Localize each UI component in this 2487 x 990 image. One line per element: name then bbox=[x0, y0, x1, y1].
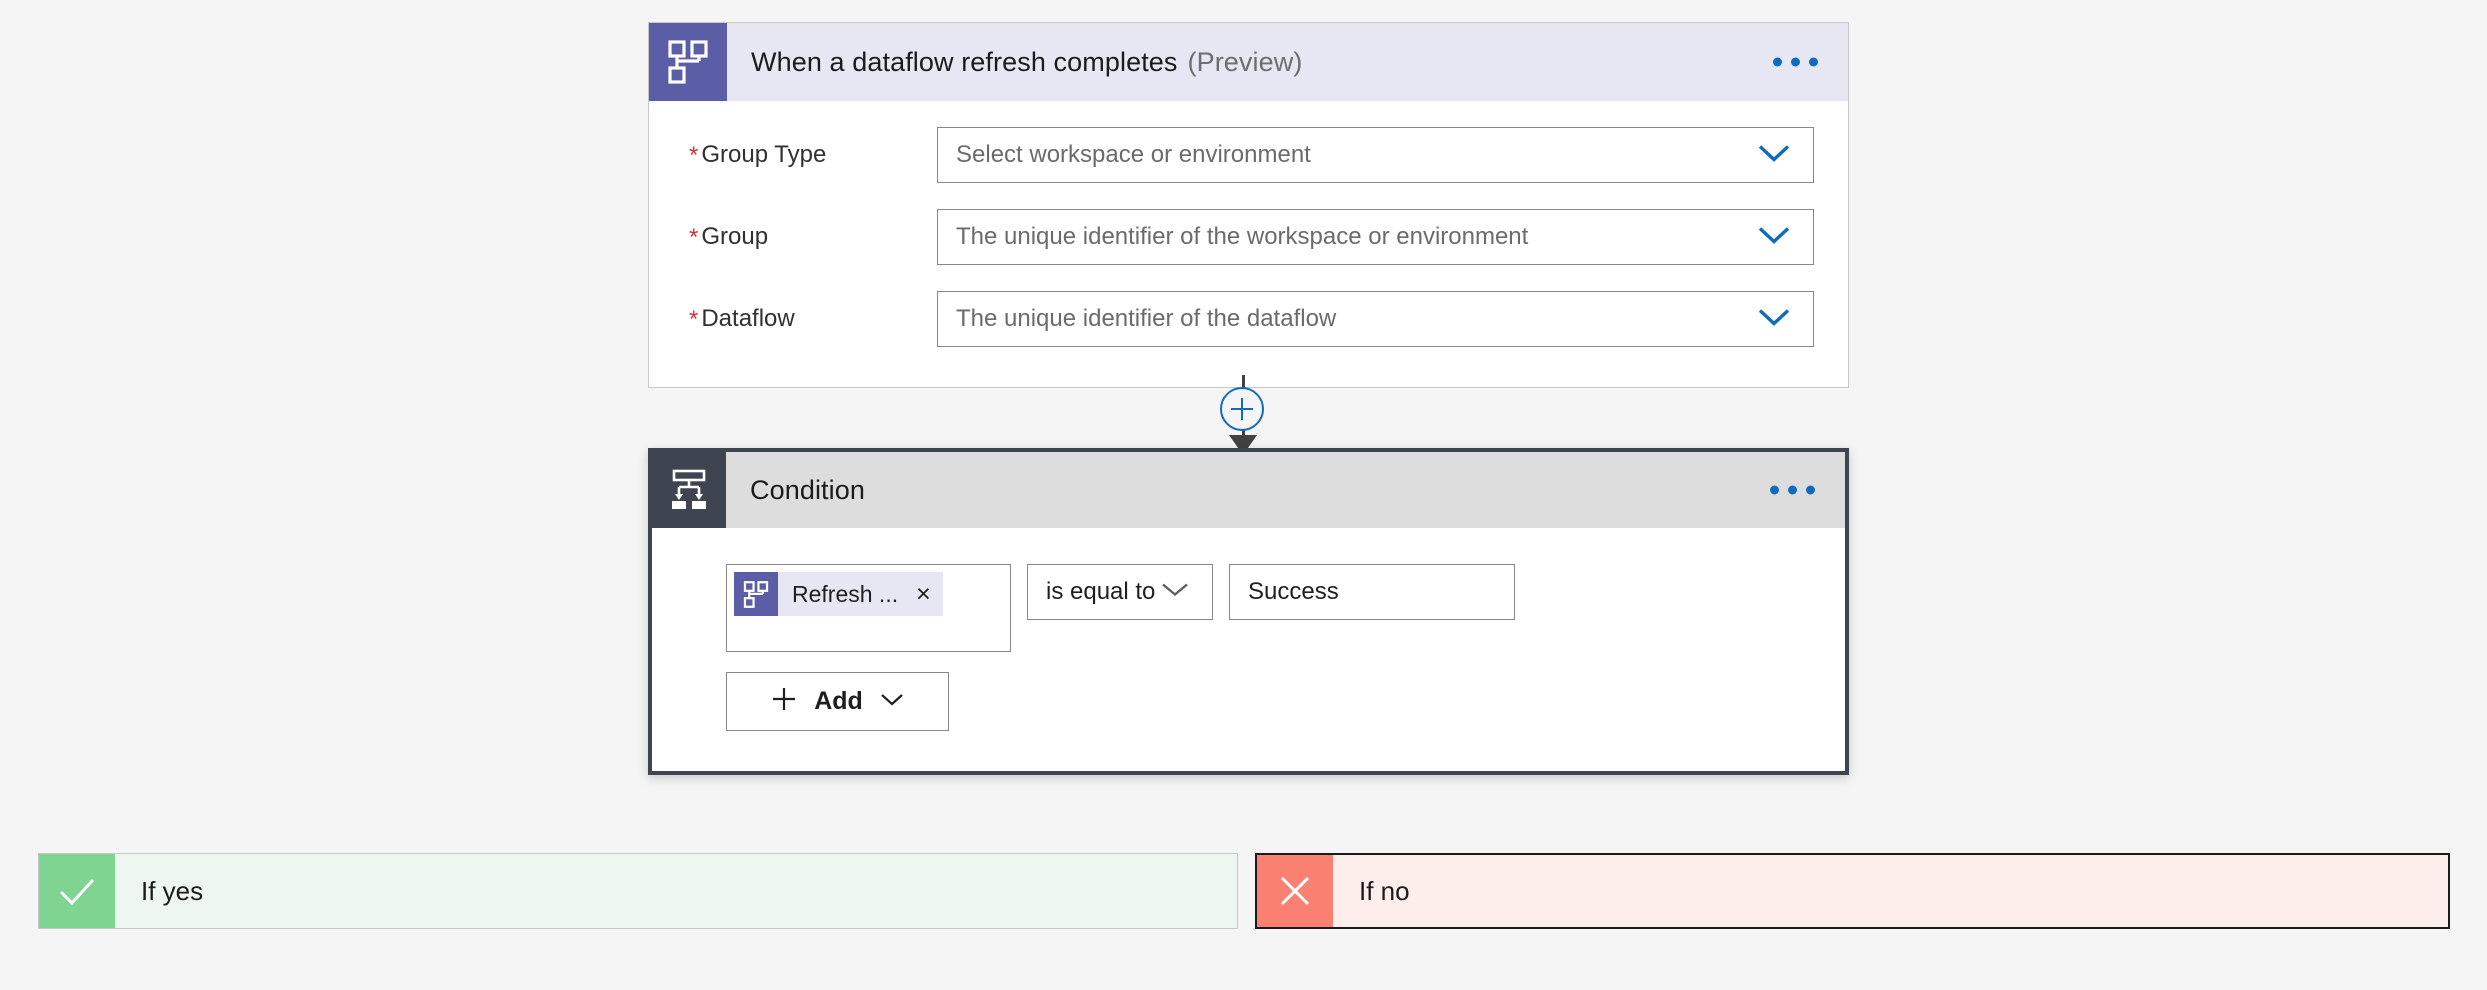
trigger-menu-button[interactable] bbox=[1773, 57, 1818, 67]
add-button-label: Add bbox=[814, 687, 863, 715]
ellipsis-dot bbox=[1773, 57, 1782, 67]
chevron-down-icon[interactable] bbox=[1757, 225, 1791, 250]
trigger-title-text: When a dataflow refresh completes bbox=[751, 46, 1178, 77]
branch-if-no[interactable]: If no bbox=[1255, 853, 2450, 929]
plus-icon bbox=[770, 685, 798, 718]
required-asterisk: * bbox=[689, 306, 699, 333]
plus-circle-icon[interactable] bbox=[1220, 387, 1264, 431]
ellipsis-dot bbox=[1788, 485, 1797, 495]
flow-designer-canvas: When a dataflow refresh completes (Previ… bbox=[0, 0, 2487, 990]
check-icon bbox=[39, 854, 115, 928]
field-label-group: * Group bbox=[683, 223, 937, 251]
field-label-text: Group Type bbox=[701, 141, 827, 168]
chevron-down-icon[interactable] bbox=[879, 691, 905, 712]
condition-value: Success bbox=[1248, 578, 1339, 605]
condition-expression-row: Refresh ... × is equal to Success bbox=[726, 564, 1845, 652]
condition-card-body: Refresh ... × is equal to Success Add bbox=[652, 528, 1845, 771]
required-asterisk: * bbox=[689, 224, 699, 251]
dataflow-dropdown[interactable]: The unique identifier of the dataflow bbox=[937, 291, 1814, 347]
chevron-down-icon[interactable] bbox=[1160, 581, 1190, 604]
ellipsis-dot bbox=[1809, 57, 1818, 67]
trigger-title: When a dataflow refresh completes (Previ… bbox=[727, 23, 1302, 101]
flow-connector bbox=[1220, 375, 1264, 455]
field-row-group: * Group The unique identifier of the wor… bbox=[683, 209, 1814, 265]
ellipsis-dot bbox=[1806, 485, 1815, 495]
trigger-card-body: * Group Type Select workspace or environ… bbox=[649, 101, 1848, 387]
close-icon[interactable]: × bbox=[914, 581, 933, 607]
dynamic-content-token[interactable]: Refresh ... × bbox=[734, 572, 943, 616]
ellipsis-dot bbox=[1770, 485, 1779, 495]
field-row-dataflow: * Dataflow The unique identifier of the … bbox=[683, 291, 1814, 347]
condition-card[interactable]: Condition Refresh ... × is equal to Succ… bbox=[648, 448, 1849, 775]
cross-icon bbox=[1257, 855, 1333, 927]
chevron-down-icon[interactable] bbox=[1757, 143, 1791, 168]
field-label-text: Dataflow bbox=[701, 305, 795, 332]
trigger-card[interactable]: When a dataflow refresh completes (Previ… bbox=[648, 22, 1849, 388]
dataflow-placeholder: The unique identifier of the dataflow bbox=[956, 305, 1337, 332]
trigger-card-header[interactable]: When a dataflow refresh completes (Previ… bbox=[649, 23, 1848, 101]
condition-branch-icon bbox=[652, 452, 726, 528]
dataflow-icon bbox=[734, 572, 778, 616]
token-label: Refresh ... bbox=[792, 580, 899, 607]
group-dropdown[interactable]: The unique identifier of the workspace o… bbox=[937, 209, 1814, 265]
field-label-text: Group bbox=[701, 223, 769, 250]
chevron-down-icon[interactable] bbox=[1757, 307, 1791, 332]
condition-title: Condition bbox=[726, 452, 865, 528]
condition-title-text: Condition bbox=[750, 474, 865, 505]
field-label-group-type: * Group Type bbox=[683, 141, 937, 169]
required-asterisk: * bbox=[689, 142, 699, 169]
condition-card-header[interactable]: Condition bbox=[652, 452, 1845, 528]
trigger-preview-tag: (Preview) bbox=[1187, 46, 1303, 77]
group-placeholder: The unique identifier of the workspace o… bbox=[956, 223, 1529, 250]
condition-menu-button[interactable] bbox=[1770, 485, 1815, 495]
condition-right-operand-input[interactable]: Success bbox=[1229, 564, 1515, 620]
operator-value: is equal to bbox=[1046, 578, 1156, 605]
group-type-placeholder: Select workspace or environment bbox=[956, 141, 1311, 168]
add-condition-button[interactable]: Add bbox=[726, 672, 949, 731]
branch-if-no-label: If no bbox=[1359, 875, 1410, 906]
ellipsis-dot bbox=[1791, 57, 1800, 67]
group-type-dropdown[interactable]: Select workspace or environment bbox=[937, 127, 1814, 183]
branch-if-yes[interactable]: If yes bbox=[38, 853, 1238, 929]
condition-left-operand-input[interactable]: Refresh ... × bbox=[726, 564, 1011, 652]
field-row-group-type: * Group Type Select workspace or environ… bbox=[683, 127, 1814, 183]
condition-operator-dropdown[interactable]: is equal to bbox=[1027, 564, 1213, 620]
dataflow-icon bbox=[649, 23, 727, 101]
branch-if-yes-label: If yes bbox=[141, 875, 204, 906]
field-label-dataflow: * Dataflow bbox=[683, 305, 937, 333]
